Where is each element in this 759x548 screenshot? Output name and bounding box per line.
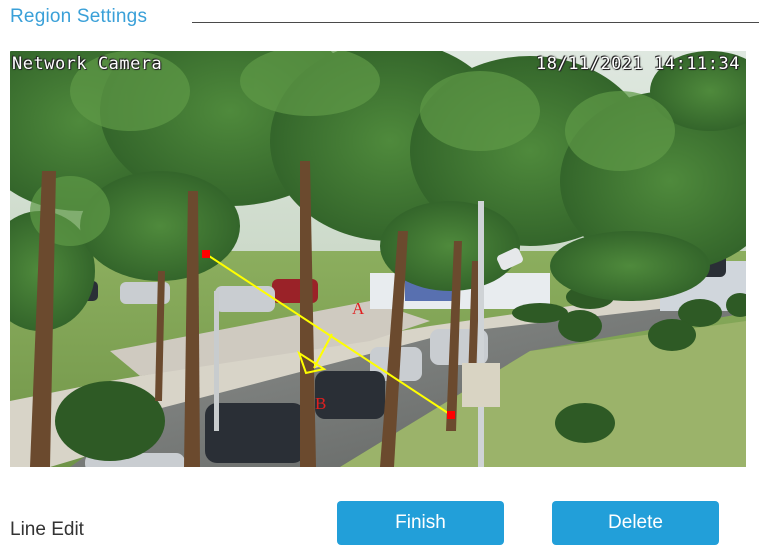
section-divider <box>192 22 759 23</box>
section-header: Region Settings <box>10 4 759 34</box>
line-editor[interactable] <box>10 51 746 467</box>
osd-timestamp: 18/11/2021 14:11:34 <box>536 54 740 74</box>
finish-button[interactable]: Finish <box>337 501 504 545</box>
line-start-handle[interactable] <box>202 250 210 258</box>
delete-button[interactable]: Delete <box>552 501 719 545</box>
line-side-label-b: B <box>315 394 327 413</box>
osd-camera-name: Network Camera <box>12 54 163 74</box>
line-side-label-a: A <box>352 299 365 318</box>
section-title: Region Settings <box>10 6 148 27</box>
detection-line[interactable] <box>205 253 452 416</box>
direction-arrow-shaft <box>313 333 333 369</box>
line-edit-label: Line Edit <box>10 519 84 540</box>
camera-view[interactable]: A B Network Camera 18/11/2021 14:11:34 <box>10 51 746 467</box>
line-end-handle[interactable] <box>447 411 455 419</box>
